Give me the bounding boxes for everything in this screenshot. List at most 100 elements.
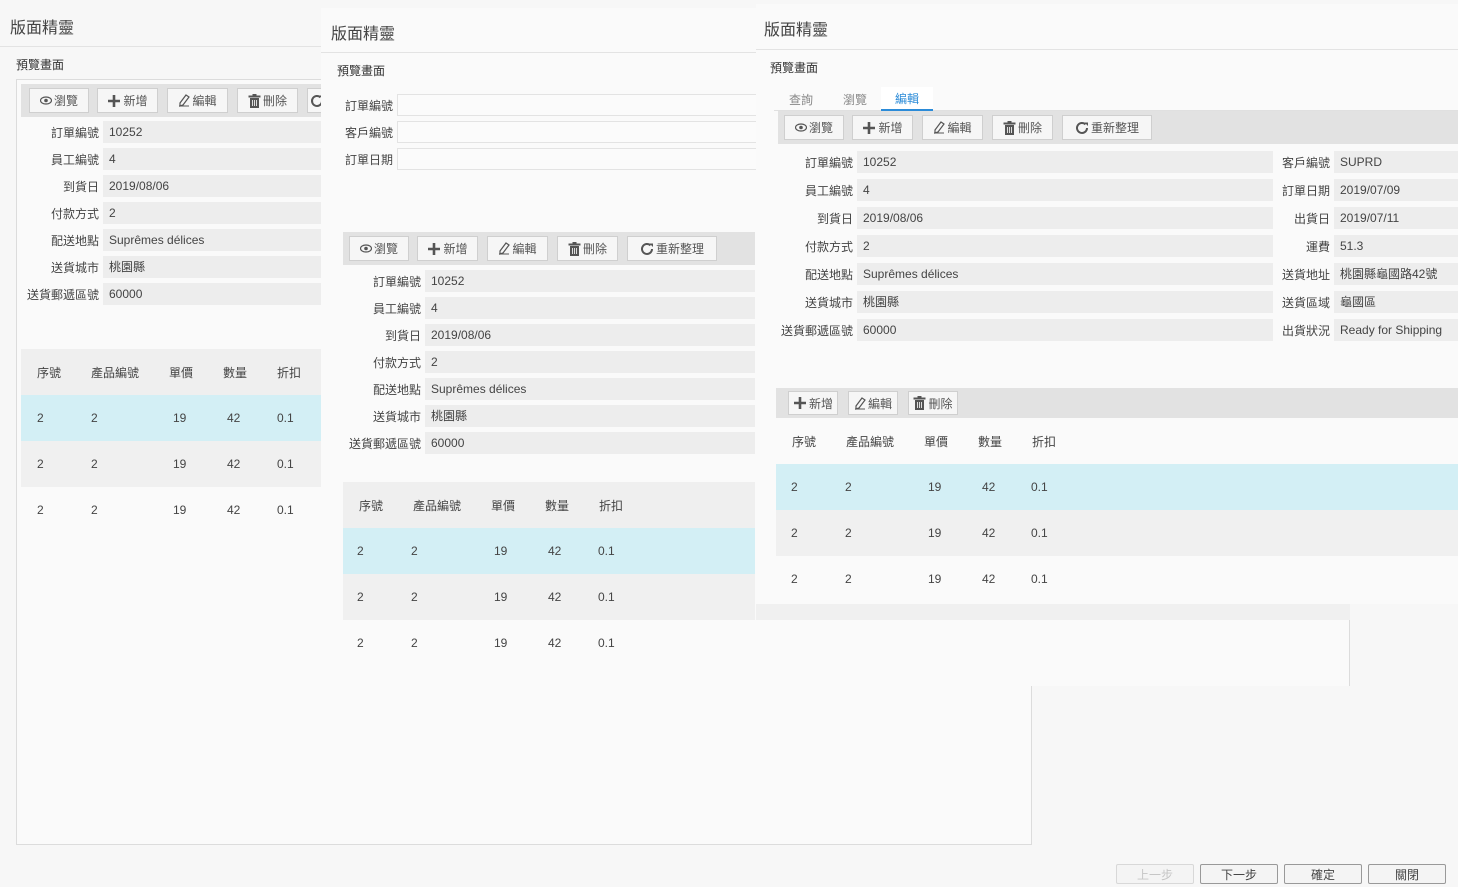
order-no-value[interactable]: 10252 xyxy=(103,121,323,143)
detail-grid: 序號 產品編號 單價 數量 折扣 2 2 19 42 0.1 2 2 19 42… xyxy=(21,349,321,533)
edit-button[interactable]: 編輯 xyxy=(167,88,228,113)
grid-cell: 2 xyxy=(845,526,852,540)
add-button[interactable]: 新增 xyxy=(852,115,913,140)
customer-no-input[interactable] xyxy=(397,121,757,143)
table-row[interactable]: 2 2 19 42 0.1 xyxy=(343,574,755,620)
next-button[interactable]: 下一步 xyxy=(1200,864,1278,884)
table-row[interactable]: 2 2 19 42 0.1 xyxy=(776,464,1458,510)
field-order-no: 訂單編號 10252 xyxy=(21,121,323,143)
add-button[interactable]: 新增 xyxy=(97,88,158,113)
grid-header-cell: 產品編號 xyxy=(91,365,140,380)
browse-button[interactable]: 瀏覽 xyxy=(784,115,844,140)
pencil-icon xyxy=(179,94,191,107)
preview-label: 預覽畫面 xyxy=(337,64,386,78)
field-ship-zip: 送貨郵遞區號 60000 xyxy=(780,319,1273,341)
ok-button[interactable]: 確定 xyxy=(1284,864,1362,884)
field-ship-zip: 送貨郵遞區號 60000 xyxy=(347,432,755,454)
employee-no-value[interactable]: 4 xyxy=(103,148,323,170)
grid-cell: 42 xyxy=(982,526,996,540)
arrival-date-value[interactable]: 2019/08/06 xyxy=(425,324,755,346)
ship-place-value[interactable]: Suprêmes délices xyxy=(103,229,323,251)
order-no-value[interactable]: 10252 xyxy=(425,270,755,292)
delete-button[interactable]: 刪除 xyxy=(557,236,618,261)
browse-label: 瀏覽 xyxy=(373,242,398,256)
delete-button[interactable]: 刪除 xyxy=(992,115,1053,140)
wizard-panel-2: 版面精靈 預覽畫面 訂單編號 客戶編號 訂單日期 瀏覽 新增 編輯 刪除 重新整… xyxy=(321,8,758,686)
field-ship-status: 出貨狀況 Ready for Shipping xyxy=(1274,319,1458,341)
payment-value[interactable]: 2 xyxy=(425,351,755,373)
ship-zip-value[interactable]: 60000 xyxy=(425,432,755,454)
ship-zip-value[interactable]: 60000 xyxy=(103,283,323,305)
delete-label: 刪除 xyxy=(582,242,607,256)
browse-button[interactable]: 瀏覽 xyxy=(349,236,409,261)
order-no-value[interactable]: 10252 xyxy=(857,151,1273,173)
field-order-no: 訂單編號 10252 xyxy=(780,151,1273,173)
field-label: 運費 xyxy=(1305,239,1330,254)
grid-cell: 2 xyxy=(91,411,98,425)
edit-button[interactable]: 編輯 xyxy=(487,236,548,261)
refresh-button[interactable]: 重新整理 xyxy=(1062,115,1152,140)
ship-status-value[interactable]: Ready for Shipping xyxy=(1334,319,1458,341)
ship-address-value[interactable]: 桃園縣龜國路42號 xyxy=(1334,263,1458,285)
field-label: 送貨郵遞區號 xyxy=(26,287,99,302)
ship-city-value[interactable]: 桃園縣 xyxy=(425,405,755,427)
delete-button[interactable]: 刪除 xyxy=(237,88,298,113)
browse-button[interactable]: 瀏覽 xyxy=(29,88,89,113)
table-row[interactable]: 2 2 19 42 0.1 xyxy=(343,528,755,574)
field-order-date: 訂單日期 2019/07/09 xyxy=(1274,179,1458,201)
grid-cell: 19 xyxy=(173,503,187,517)
field-ship-district: 送貨區域 龜國區 xyxy=(1274,291,1458,313)
arrival-date-value[interactable]: 2019/08/06 xyxy=(857,207,1273,229)
tab-edit[interactable]: 編輯 xyxy=(881,87,933,111)
table-row[interactable]: 2 2 19 42 0.1 xyxy=(21,487,321,533)
tab-browse[interactable]: 瀏覽 xyxy=(828,87,882,111)
order-no-input[interactable] xyxy=(397,94,757,116)
add-label: 新增 xyxy=(808,396,833,411)
detail-add-button[interactable]: 新增 xyxy=(788,391,838,415)
order-date-value[interactable]: 2019/07/09 xyxy=(1334,179,1458,201)
field-label: 員工編號 xyxy=(50,152,99,167)
add-button[interactable]: 新增 xyxy=(417,236,478,261)
grid-cell: 2 xyxy=(91,503,98,517)
panel-title: 版面精靈 xyxy=(764,22,829,39)
ship-zip-value[interactable]: 60000 xyxy=(857,319,1273,341)
tab-query[interactable]: 查詢 xyxy=(774,87,828,111)
table-row[interactable]: 2 2 19 42 0.1 xyxy=(776,556,1458,602)
ship-city-value[interactable]: 桃園縣 xyxy=(857,291,1273,313)
employee-no-value[interactable]: 4 xyxy=(857,179,1273,201)
field-employee-no: 員工編號 4 xyxy=(780,179,1273,201)
field-label: 出貨狀況 xyxy=(1281,323,1330,338)
freight-value[interactable]: 51.3 xyxy=(1334,235,1458,257)
grid-cell: 42 xyxy=(227,503,241,517)
table-row[interactable]: 2 2 19 42 0.1 xyxy=(343,620,755,666)
ship-place-value[interactable]: Suprêmes délices xyxy=(857,263,1273,285)
customer-no-value[interactable]: SUPRD xyxy=(1334,151,1458,173)
grid-cell: 2 xyxy=(411,636,418,650)
close-button[interactable]: 關閉 xyxy=(1368,864,1446,884)
grid-header: 序號 產品編號 單價 數量 折扣 xyxy=(776,418,1458,464)
order-date-input[interactable] xyxy=(397,148,757,170)
refresh-button[interactable]: 重新整理 xyxy=(627,236,717,261)
field-label: 到貨日 xyxy=(384,328,421,343)
ship-city-value[interactable]: 桃園縣 xyxy=(103,256,323,278)
employee-no-value[interactable]: 4 xyxy=(425,297,755,319)
grid-extension xyxy=(756,620,1350,686)
grid-cell: 0.1 xyxy=(1031,480,1048,494)
field-label: 送貨城市 xyxy=(372,409,421,424)
ship-place-value[interactable]: Suprêmes délices xyxy=(425,378,755,400)
arrival-date-value[interactable]: 2019/08/06 xyxy=(103,175,323,197)
field-arrival-date: 到貨日 2019/08/06 xyxy=(780,207,1273,229)
refresh-icon xyxy=(1076,121,1088,134)
ship-district-value[interactable]: 龜國區 xyxy=(1334,291,1458,313)
table-row[interactable]: 2 2 19 42 0.1 xyxy=(776,510,1458,556)
add-label: 新增 xyxy=(443,242,468,256)
prev-button[interactable]: 上一步 xyxy=(1116,864,1194,884)
payment-value[interactable]: 2 xyxy=(857,235,1273,257)
ship-date-value[interactable]: 2019/07/11 xyxy=(1334,207,1458,229)
table-row[interactable]: 2 2 19 42 0.1 xyxy=(21,441,321,487)
table-row[interactable]: 2 2 19 42 0.1 xyxy=(21,395,321,441)
edit-button[interactable]: 編輯 xyxy=(922,115,983,140)
payment-value[interactable]: 2 xyxy=(103,202,323,224)
detail-delete-button[interactable]: 刪除 xyxy=(908,391,958,415)
detail-edit-button[interactable]: 編輯 xyxy=(848,391,898,415)
